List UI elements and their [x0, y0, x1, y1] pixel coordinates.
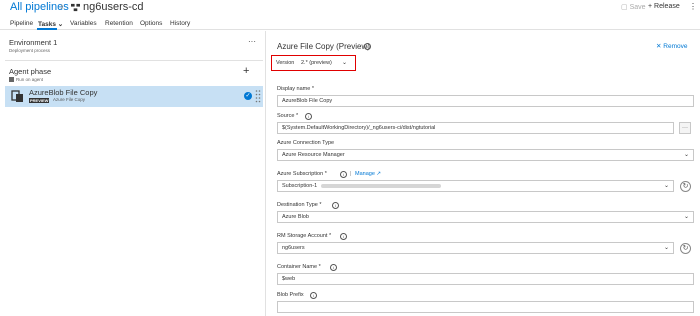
preview-badge: PREVIEW [29, 98, 50, 103]
subscription-label: Azure Subscription * [277, 171, 327, 177]
save-label: Save [629, 4, 646, 11]
top-bar: All pipelines › ng6users-cd ▢ Save + Rel… [0, 0, 700, 16]
panel-title: Azure File Copy (Preview) [277, 42, 370, 51]
connection-type-select[interactable]: Azure Resource Manager ⌄ [277, 149, 694, 161]
manage-link[interactable]: Manage ↗ [355, 171, 381, 177]
blob-prefix-input[interactable] [277, 301, 694, 313]
destination-type-value: Azure Blob [282, 214, 309, 220]
enabled-check-icon[interactable]: ✓ [244, 92, 252, 100]
info-icon[interactable]: i [340, 233, 347, 240]
close-icon: ✕ [656, 43, 662, 50]
environment-subtitle: Deployment process [9, 48, 51, 53]
more-actions-icon[interactable]: ⋮ [689, 2, 697, 11]
remove-label: Remove [663, 43, 688, 50]
subscription-value: Subscription-1 [282, 183, 442, 189]
release-pipeline-icon [71, 3, 80, 12]
task-subtitle: Azure File Copy [53, 97, 86, 102]
container-name-value: $web [282, 276, 296, 282]
tab-retention[interactable]: Retention [105, 20, 133, 27]
info-icon[interactable]: i [330, 264, 337, 271]
version-value: 2.* (preview) [301, 60, 332, 66]
source-input[interactable]: $(System.DefaultWorkingDirectory)/_ng6us… [277, 122, 674, 134]
drag-handle-icon[interactable] [255, 89, 261, 104]
manage-label: Manage [355, 171, 375, 177]
tab-variables[interactable]: Variables [70, 20, 97, 27]
display-name-input[interactable]: AzureBlob File Copy [277, 95, 694, 107]
chevron-down-icon: ⌄ [683, 214, 689, 220]
add-task-button[interactable]: + [243, 65, 249, 77]
source-label: Source * [277, 113, 299, 119]
redacted-text [321, 183, 442, 188]
tab-pipeline[interactable]: Pipeline [10, 20, 33, 27]
process-panel: Environment 1 Deployment process ··· Age… [0, 31, 266, 316]
chevron-down-icon: ⌄ [663, 245, 669, 251]
destination-type-label: Destination Type * [277, 202, 322, 208]
subscription-select[interactable]: Subscription-1 ⌄ [277, 180, 674, 192]
phase-subtitle: Run on agent [16, 77, 44, 82]
release-label: Release [654, 3, 680, 10]
info-icon[interactable]: i [340, 171, 347, 178]
breadcrumb-separator: › [60, 1, 64, 13]
save-button[interactable]: ▢ Save [621, 3, 646, 11]
environment-more-icon[interactable]: ··· [248, 37, 256, 46]
pipeline-title: ng6users-cd [83, 1, 144, 13]
divider [5, 60, 263, 61]
agent-icon [9, 77, 14, 82]
agent-phase[interactable]: Agent phase Run on agent + [5, 65, 263, 83]
chevron-down-icon: ⌄ [683, 152, 689, 158]
version-selector[interactable]: Version 2.* (preview) ⌄ [271, 55, 356, 71]
connection-type-label: Azure Connection Type [277, 140, 335, 146]
display-name-label: Display name * [277, 86, 314, 92]
blob-prefix-label: Blob Prefix [277, 292, 304, 298]
tab-tasks[interactable]: Tasks ⌄ [38, 20, 63, 28]
info-icon[interactable]: i [310, 292, 317, 299]
tab-bar: Pipeline Tasks ⌄ Variables Retention Opt… [0, 17, 700, 30]
tab-options[interactable]: Options [140, 20, 162, 27]
label-divider: | [350, 171, 352, 177]
connection-type-value: Azure Resource Manager [282, 152, 345, 158]
refresh-icon[interactable]: ↻ [680, 243, 691, 254]
external-link-icon: ↗ [376, 171, 382, 177]
display-name-value: AzureBlob File Copy [282, 98, 333, 104]
version-label: Version [276, 60, 295, 66]
task-item-azureblob-file-copy[interactable]: AzureBlob File Copy PREVIEW Azure File C… [5, 86, 263, 107]
destination-type-select[interactable]: Azure Blob ⌄ [277, 211, 694, 223]
azure-file-copy-icon [11, 90, 23, 102]
plus-icon: + [648, 3, 653, 10]
refresh-icon[interactable]: ↻ [680, 181, 691, 192]
save-icon: ▢ [621, 4, 628, 11]
phase-title: Agent phase [9, 67, 52, 76]
task-title: AzureBlob File Copy [29, 88, 98, 97]
info-icon[interactable]: i [305, 113, 312, 120]
chevron-down-icon: ⌄ [663, 183, 669, 189]
source-value: $(System.DefaultWorkingDirectory)/_ng6us… [282, 125, 436, 131]
environment-title: Environment 1 [9, 38, 58, 47]
active-tab-indicator [37, 28, 57, 30]
tab-history[interactable]: History [170, 20, 190, 27]
task-settings-panel: Azure File Copy (Preview) i ✕ Remove Ver… [267, 31, 700, 316]
storage-account-label: RM Storage Account * [277, 233, 332, 239]
storage-account-select[interactable]: ng6users ⌄ [277, 242, 674, 254]
environment-header[interactable]: Environment 1 Deployment process ··· [5, 35, 263, 57]
info-icon[interactable]: i [364, 43, 371, 50]
chevron-down-icon: ⌄ [342, 60, 348, 66]
storage-account-value: ng6users [282, 245, 305, 251]
browse-button[interactable]: ··· [679, 122, 691, 134]
release-button[interactable]: + Release [648, 3, 680, 10]
info-icon[interactable]: i [332, 202, 339, 209]
container-name-label: Container Name * [277, 264, 321, 270]
container-name-input[interactable]: $web [277, 273, 694, 285]
remove-button[interactable]: ✕ Remove [656, 42, 687, 50]
